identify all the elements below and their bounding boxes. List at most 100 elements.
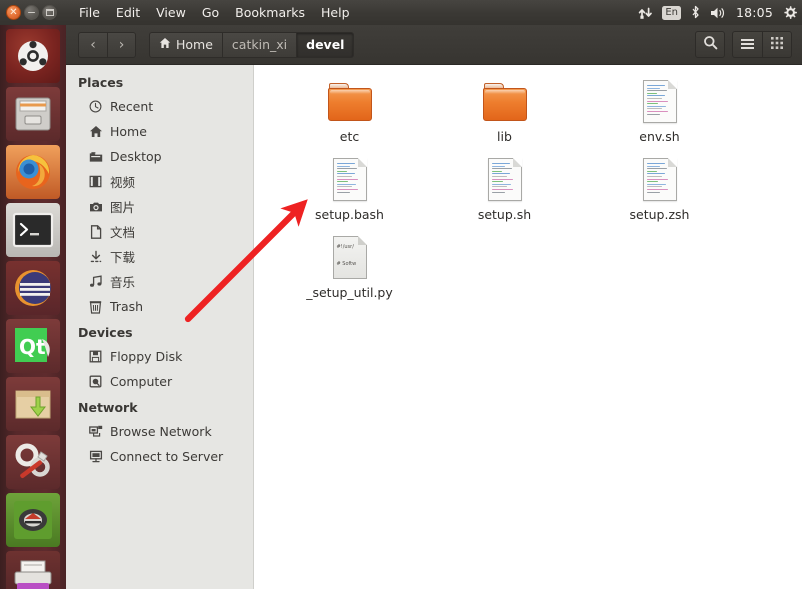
file-item-setup-zsh[interactable]: setup.zsh (582, 155, 737, 233)
files-icon (15, 97, 51, 131)
sidebar-label-documents: 文档 (110, 225, 136, 240)
sidebar-label-trash: Trash (110, 299, 144, 314)
file-label-lib: lib (497, 129, 512, 144)
sidebar-label-connect-to-server: Connect to Server (110, 449, 224, 464)
sidebar-item-documents[interactable]: 文档 (66, 219, 253, 244)
launcher-item-ubuntu-software[interactable] (6, 261, 60, 315)
forward-button[interactable]: › (107, 31, 136, 58)
keyboard-layout-indicator[interactable]: En (662, 5, 681, 20)
unity-launcher: Qt (0, 25, 66, 589)
top-panel: ✕ File Edit View Go Bookmarks Help En 18… (0, 0, 802, 25)
launcher-item-ubuntu-dash[interactable] (6, 29, 60, 83)
grid-view-button[interactable] (762, 31, 792, 58)
toolbar-right-buttons (695, 31, 796, 58)
python-preview-line-2: # Softw (336, 261, 357, 267)
launcher-item-firefox[interactable] (6, 145, 60, 199)
svg-text:Qt: Qt (19, 335, 46, 359)
sidebar-item-downloads[interactable]: 下载 (66, 244, 253, 269)
sidebar-item-recent[interactable]: Recent (66, 94, 253, 119)
file-list-area[interactable]: etc lib env.sh setup.bash setup.sh setup… (254, 65, 802, 589)
breadcrumb: Home catkin_xi devel (149, 31, 355, 58)
window-controls: ✕ (0, 5, 57, 20)
file-item-etc[interactable]: etc (272, 77, 427, 155)
file-manager-window: ‹ › Home catkin_xi devel Places Recent H… (66, 25, 802, 589)
sidebar-label-recent: Recent (110, 99, 154, 114)
sidebar-label-videos: 视频 (110, 175, 136, 190)
list-view-button[interactable] (732, 31, 762, 58)
clock[interactable]: 18:05 (736, 5, 773, 20)
bluetooth-icon[interactable] (690, 5, 701, 20)
minimize-window-button[interactable] (24, 5, 39, 20)
launcher-item-files[interactable] (6, 87, 60, 141)
file-item-lib[interactable]: lib (427, 77, 582, 155)
file-label-env-sh: env.sh (639, 129, 680, 144)
sidebar-item-computer[interactable]: Computer (66, 369, 253, 394)
maximize-window-button[interactable] (42, 5, 57, 20)
sidebar-item-videos[interactable]: 视频 (66, 169, 253, 194)
breadcrumb-item-catkin-xi[interactable]: catkin_xi (221, 31, 297, 58)
script-file-icon (636, 155, 684, 203)
breadcrumb-item-devel[interactable]: devel (296, 31, 355, 58)
breadcrumb-item-home[interactable]: Home (149, 31, 222, 58)
launcher-item-gazebo[interactable] (6, 493, 60, 547)
script-file-icon (636, 77, 684, 125)
close-window-button[interactable]: ✕ (6, 5, 21, 20)
printer-icon (14, 560, 52, 589)
menu-edit[interactable]: Edit (108, 2, 148, 23)
file-label-setup-util-py: _setup_util.py (306, 285, 393, 300)
sidebar-heading-places: Places (78, 75, 124, 90)
file-manager-toolbar: ‹ › Home catkin_xi devel (66, 25, 802, 65)
back-button[interactable]: ‹ (78, 31, 107, 58)
camera-icon (88, 199, 103, 214)
file-item-setup-bash[interactable]: setup.bash (272, 155, 427, 233)
list-view-icon (740, 35, 755, 54)
file-label-etc: etc (339, 129, 360, 144)
settings-gears-icon (15, 443, 50, 479)
gear-icon[interactable] (782, 5, 798, 21)
places-sidebar: Places Recent Home Desktop 视频 图片 文档 下载 音… (66, 65, 254, 589)
volume-icon[interactable] (710, 6, 727, 20)
menu-file[interactable]: File (71, 2, 108, 23)
sidebar-item-desktop[interactable]: Desktop (66, 144, 253, 169)
network-icon (88, 424, 103, 439)
home-icon (159, 37, 171, 52)
window-body: Places Recent Home Desktop 视频 图片 文档 下载 音… (66, 65, 802, 589)
folder-icon (481, 77, 529, 125)
sidebar-item-browse-network[interactable]: Browse Network (66, 419, 253, 444)
menu-bookmarks[interactable]: Bookmarks (227, 2, 313, 23)
menu-bar: File Edit View Go Bookmarks Help (71, 2, 358, 23)
computer-icon (88, 374, 103, 389)
floppy-icon (88, 349, 103, 364)
file-item-env-sh[interactable]: env.sh (582, 77, 737, 155)
sidebar-item-home[interactable]: Home (66, 119, 253, 144)
launcher-item-printer[interactable] (6, 551, 60, 589)
file-item-setup-util-py[interactable]: #!/usr/ # Softw _setup_util.py (272, 233, 427, 311)
file-item-setup-sh[interactable]: setup.sh (427, 155, 582, 233)
launcher-item-terminal[interactable] (6, 203, 60, 257)
menu-help[interactable]: Help (313, 2, 358, 23)
search-button[interactable] (695, 31, 725, 58)
breadcrumb-label-catkin-xi: catkin_xi (231, 37, 288, 52)
menu-go[interactable]: Go (194, 2, 227, 23)
sidebar-label-music: 音乐 (110, 275, 136, 290)
sidebar-heading-network: Network (78, 400, 138, 415)
sidebar-item-music[interactable]: 音乐 (66, 269, 253, 294)
file-label-setup-zsh: setup.zsh (629, 207, 690, 222)
sidebar-item-floppy-disk[interactable]: Floppy Disk (66, 344, 253, 369)
sidebar-heading-devices: Devices (78, 325, 133, 340)
python-file-icon: #!/usr/ # Softw (326, 233, 374, 281)
trash-icon (88, 299, 103, 314)
launcher-item-qt-creator[interactable]: Qt (6, 319, 60, 373)
launcher-item-archive-manager[interactable] (6, 377, 60, 431)
menu-view[interactable]: View (148, 2, 194, 23)
launcher-item-system-settings[interactable] (6, 435, 60, 489)
sidebar-item-pictures[interactable]: 图片 (66, 194, 253, 219)
sidebar-item-connect-to-server[interactable]: Connect to Server (66, 444, 253, 469)
navigation-buttons: ‹ › (78, 31, 136, 58)
sidebar-label-desktop: Desktop (110, 149, 162, 164)
up-down-arrows-icon[interactable] (638, 6, 653, 20)
file-label-setup-bash: setup.bash (315, 207, 384, 222)
breadcrumb-label-devel: devel (306, 37, 345, 52)
sidebar-item-trash[interactable]: Trash (66, 294, 253, 319)
qt-creator-icon: Qt (15, 328, 50, 362)
